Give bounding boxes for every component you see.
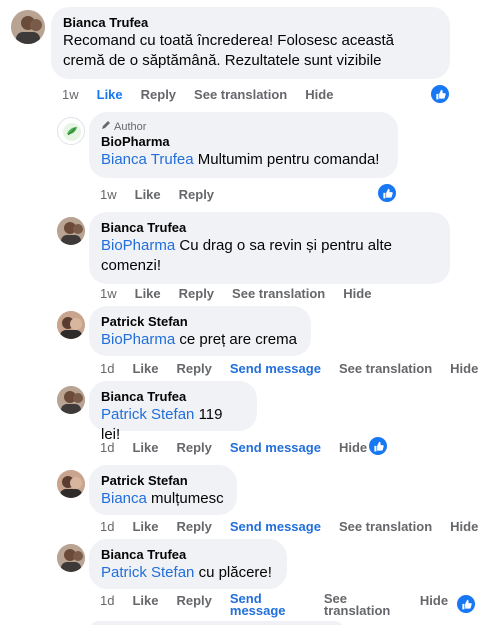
- comment-bubble-partial: [89, 621, 344, 625]
- hide-button[interactable]: Hide: [339, 440, 367, 455]
- commenter-name[interactable]: BioPharma: [101, 134, 386, 150]
- comment-text: Recomand cu toată încrederea! Folosesc a…: [63, 32, 395, 69]
- pencil-icon: [101, 120, 111, 134]
- reply-button[interactable]: Reply: [176, 593, 211, 608]
- comment-time[interactable]: 1d: [100, 440, 114, 455]
- hide-button[interactable]: Hide: [420, 593, 448, 608]
- reply-button[interactable]: Reply: [176, 440, 211, 455]
- comment-bubble: Bianca Trufea Patrick Stefan 119 lei!: [89, 381, 257, 443]
- like-button[interactable]: Like: [132, 593, 158, 608]
- reply-button[interactable]: Reply: [179, 187, 214, 202]
- comment-text: Bianca mulțumesc: [101, 490, 224, 507]
- avatar[interactable]: [57, 311, 85, 339]
- like-button[interactable]: Like: [132, 361, 158, 376]
- hide-button[interactable]: Hide: [305, 87, 333, 102]
- comment-actions: 1w Like Reply See translation Hide: [100, 286, 389, 301]
- commenter-name[interactable]: Patrick Stefan: [101, 473, 225, 489]
- comment-actions: 1w Like Reply: [100, 187, 232, 202]
- comment-time[interactable]: 1w: [62, 87, 79, 102]
- see-translation-button[interactable]: See translation: [339, 519, 432, 534]
- hide-button[interactable]: Hide: [343, 286, 371, 301]
- comment-bubble: Patrick Stefan BioPharma ce preț are cre…: [89, 306, 311, 356]
- avatar[interactable]: [57, 217, 85, 245]
- comment-text: Bianca Trufea Multumim pentru comanda!: [101, 151, 380, 168]
- mention-link[interactable]: BioPharma: [101, 331, 175, 348]
- avatar[interactable]: [57, 544, 85, 572]
- like-reaction-icon[interactable]: [376, 182, 398, 204]
- like-reaction-icon[interactable]: [455, 593, 477, 615]
- commenter-name[interactable]: Bianca Trufea: [101, 547, 275, 563]
- commenter-name[interactable]: Bianca Trufea: [63, 15, 438, 31]
- reply-button[interactable]: Reply: [179, 286, 214, 301]
- send-message-button[interactable]: Send message: [230, 440, 321, 455]
- like-button[interactable]: Like: [97, 87, 123, 102]
- send-message-button[interactable]: Send message: [230, 592, 290, 617]
- like-reaction-icon[interactable]: [429, 83, 451, 105]
- avatar[interactable]: [57, 470, 85, 498]
- like-button[interactable]: Like: [135, 187, 161, 202]
- comment-actions: 1d Like Reply Send message See translati…: [100, 361, 478, 376]
- like-reaction-icon[interactable]: [367, 435, 389, 457]
- see-translation-button[interactable]: See translation: [339, 361, 432, 376]
- comment-actions: 1d Like Reply Send message See translati…: [100, 519, 478, 534]
- see-translation-button[interactable]: See translation: [324, 592, 394, 617]
- mention-link[interactable]: Bianca Trufea: [101, 151, 194, 168]
- comment-actions: 1d Like Reply Send message Hide: [100, 440, 385, 455]
- mention-link[interactable]: Patrick Stefan: [101, 564, 194, 581]
- send-message-button[interactable]: Send message: [230, 519, 321, 534]
- comment-bubble: Bianca Trufea Recomand cu toată încreder…: [51, 7, 450, 79]
- comment-bubble: Bianca Trufea Patrick Stefan cu plăcere!: [89, 539, 287, 589]
- comment-time[interactable]: 1w: [100, 286, 117, 301]
- commenter-name[interactable]: Patrick Stefan: [101, 314, 299, 330]
- avatar[interactable]: [57, 117, 85, 145]
- hide-button[interactable]: Hide: [450, 361, 478, 376]
- author-badge: Author: [101, 120, 386, 134]
- comment-text: Patrick Stefan cu plăcere!: [101, 564, 272, 581]
- see-translation-button[interactable]: See translation: [194, 87, 287, 102]
- comment-actions: 1d Like Reply Send message See translati…: [100, 592, 448, 617]
- see-translation-button[interactable]: See translation: [232, 286, 325, 301]
- reply-button[interactable]: Reply: [176, 361, 211, 376]
- comment-time[interactable]: 1w: [100, 187, 117, 202]
- avatar[interactable]: [11, 10, 45, 44]
- author-label: Author: [114, 121, 147, 133]
- send-message-button[interactable]: Send message: [230, 361, 321, 376]
- mention-link[interactable]: BioPharma: [101, 237, 175, 254]
- comment-text: BioPharma Cu drag o sa revin și pentru a…: [101, 237, 392, 274]
- comment-time[interactable]: 1d: [100, 519, 114, 534]
- reply-button[interactable]: Reply: [141, 87, 176, 102]
- commenter-name[interactable]: Bianca Trufea: [101, 389, 245, 405]
- reply-button[interactable]: Reply: [176, 519, 211, 534]
- comment-bubble: Author BioPharma Bianca Trufea Multumim …: [89, 112, 398, 178]
- mention-link[interactable]: Patrick Stefan: [101, 406, 194, 423]
- mention-link[interactable]: Bianca: [101, 490, 147, 507]
- comment-text: Patrick Stefan 119 lei!: [101, 406, 223, 443]
- like-button[interactable]: Like: [135, 286, 161, 301]
- comment-bubble: Bianca Trufea BioPharma Cu drag o sa rev…: [89, 212, 450, 284]
- comment-actions: 1w Like Reply See translation Hide: [62, 87, 351, 102]
- comment-text: BioPharma ce preț are crema: [101, 331, 297, 348]
- comment-time[interactable]: 1d: [100, 361, 114, 376]
- comment-bubble: Patrick Stefan Bianca mulțumesc: [89, 465, 237, 515]
- hide-button[interactable]: Hide: [450, 519, 478, 534]
- like-button[interactable]: Like: [132, 440, 158, 455]
- comment-time[interactable]: 1d: [100, 593, 114, 608]
- commenter-name[interactable]: Bianca Trufea: [101, 220, 438, 236]
- like-button[interactable]: Like: [132, 519, 158, 534]
- avatar[interactable]: [57, 386, 85, 414]
